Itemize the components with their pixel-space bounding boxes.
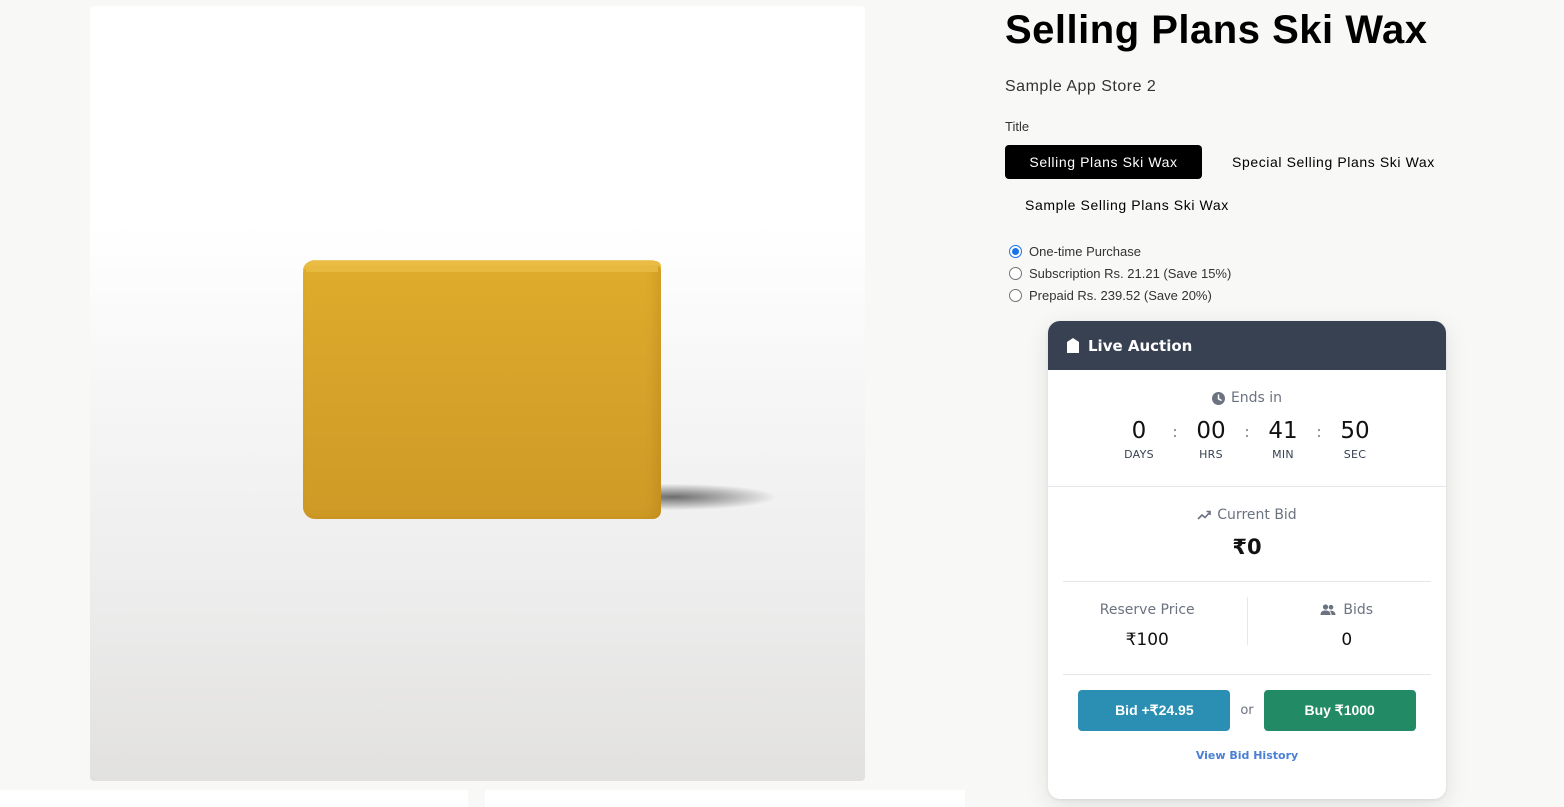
countdown-seconds-label: SEC bbox=[1343, 448, 1367, 461]
radio-prepaid[interactable] bbox=[1009, 288, 1022, 302]
bid-count-label: Bids bbox=[1343, 602, 1374, 618]
buy-now-button[interactable]: Buy ₹1000 bbox=[1263, 690, 1416, 731]
bid-count-heading: Bids bbox=[1248, 602, 1447, 618]
current-bid-value: ₹0 bbox=[1232, 535, 1262, 559]
purchase-option-subscription[interactable]: Subscription Rs. 21.21 (Save 15%) bbox=[1009, 262, 1231, 284]
countdown-timer: 0 DAYS : 00 HRS : 41 MIN : 50 SEC bbox=[1048, 418, 1446, 461]
bid-count-value: 0 bbox=[1341, 630, 1353, 650]
product-image[interactable] bbox=[90, 6, 865, 781]
product-vendor: Sample App Store 2 bbox=[1005, 78, 1157, 95]
auction-header-title: Live Auction bbox=[1088, 336, 1193, 355]
ends-in: Ends in bbox=[1048, 390, 1446, 406]
purchase-option-prepaid[interactable]: Prepaid Rs. 239.52 (Save 20%) bbox=[1009, 284, 1231, 306]
purchase-option-label: Prepaid Rs. 239.52 (Save 20%) bbox=[1029, 287, 1212, 303]
variant-label: Title bbox=[1005, 119, 1030, 134]
countdown-minutes: 41 MIN bbox=[1252, 418, 1314, 461]
countdown-hours-label: HRS bbox=[1199, 448, 1223, 461]
or-label: or bbox=[1240, 703, 1254, 718]
auction-card: Live Auction Ends in 0 DAYS : 00 HRS : 4… bbox=[1048, 321, 1446, 799]
countdown-minutes-value: 41 bbox=[1268, 418, 1298, 444]
countdown-separator: : bbox=[1172, 423, 1178, 441]
purchase-option-label: One-time Purchase bbox=[1029, 243, 1141, 259]
variant-option-sample-selling-plans[interactable]: Sample Selling Plans Ski Wax bbox=[1005, 188, 1249, 222]
auction-stats: Reserve Price ₹100 Bids 0 bbox=[1048, 582, 1446, 659]
view-bid-history-link[interactable]: View Bid History bbox=[1048, 749, 1446, 762]
countdown-hours-value: 00 bbox=[1196, 418, 1226, 444]
countdown-minutes-label: MIN bbox=[1272, 448, 1294, 461]
purchase-option-label: Subscription Rs. 21.21 (Save 15%) bbox=[1029, 265, 1232, 281]
reserve-price: Reserve Price ₹100 bbox=[1048, 582, 1247, 659]
divider bbox=[1048, 486, 1446, 487]
countdown-days: 0 DAYS bbox=[1108, 418, 1170, 461]
reserve-price-label: Reserve Price bbox=[1099, 602, 1195, 618]
thumbnail-2[interactable] bbox=[485, 790, 965, 807]
countdown-days-value: 0 bbox=[1131, 418, 1147, 444]
auction-actions: Bid +₹24.95 or Buy ₹1000 bbox=[1048, 690, 1446, 731]
countdown-separator: : bbox=[1316, 423, 1322, 441]
variant-option-special-selling-plans[interactable]: Special Selling Plans Ski Wax bbox=[1212, 145, 1455, 179]
countdown-separator: : bbox=[1244, 423, 1250, 441]
divider bbox=[1063, 674, 1431, 675]
place-bid-button[interactable]: Bid +₹24.95 bbox=[1078, 690, 1231, 731]
variant-option-selling-plans[interactable]: Selling Plans Ski Wax bbox=[1005, 145, 1202, 179]
radio-subscription[interactable] bbox=[1009, 266, 1022, 280]
clock-icon bbox=[1211, 391, 1225, 405]
countdown-days-label: DAYS bbox=[1124, 448, 1154, 461]
product-title: Selling Plans Ski Wax bbox=[1005, 8, 1428, 52]
auction-header: Live Auction bbox=[1048, 321, 1446, 370]
bid-count: Bids 0 bbox=[1246, 597, 1447, 650]
current-bid-heading: Current Bid bbox=[1048, 507, 1446, 523]
purchase-options: One-time Purchase Subscription Rs. 21.21… bbox=[1009, 240, 1231, 306]
wax-bar bbox=[303, 261, 661, 519]
purchase-option-one-time[interactable]: One-time Purchase bbox=[1009, 240, 1231, 262]
radio-one-time[interactable] bbox=[1009, 244, 1022, 258]
wax-bar-top bbox=[306, 260, 658, 272]
countdown-seconds-value: 50 bbox=[1340, 418, 1370, 444]
ends-in-label: Ends in bbox=[1230, 390, 1283, 406]
users-icon bbox=[1320, 604, 1336, 615]
current-bid-label: Current Bid bbox=[1217, 507, 1297, 523]
auction-tag-icon bbox=[1067, 338, 1079, 353]
trending-up-icon bbox=[1197, 510, 1212, 520]
thumbnail-1[interactable] bbox=[0, 790, 468, 807]
reserve-price-value: ₹100 bbox=[1125, 630, 1169, 650]
countdown-hours: 00 HRS bbox=[1180, 418, 1242, 461]
countdown-seconds: 50 SEC bbox=[1324, 418, 1386, 461]
